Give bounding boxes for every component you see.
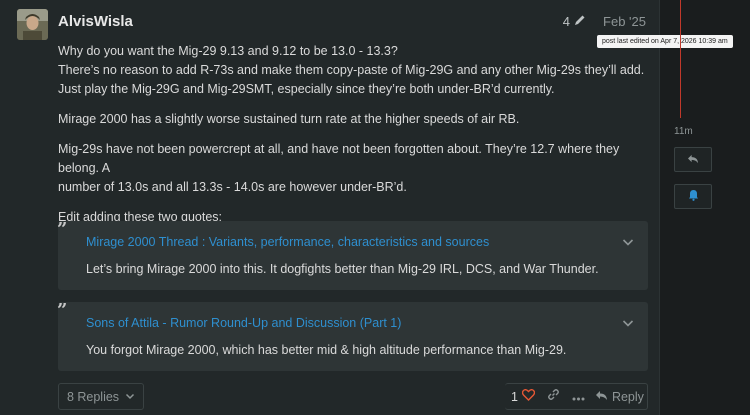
- notification-button[interactable]: [674, 184, 712, 209]
- text-line: Mig-29s have not been powercrept at all,…: [58, 142, 620, 175]
- paragraph-3: Mig-29s have not been powercrept at all,…: [58, 140, 650, 197]
- bell-icon: [688, 188, 699, 206]
- paragraph-1: Why do you want the Mig-29 9.13 and 9.12…: [58, 42, 650, 99]
- paragraph-2: Mirage 2000 has a slightly worse sustain…: [58, 110, 650, 129]
- more-actions-button[interactable]: [572, 388, 585, 406]
- quote-text: You forgot Mirage 2000, which has better…: [86, 343, 567, 357]
- post-body: Why do you want the Mig-29 9.13 and 9.12…: [58, 42, 650, 238]
- chevron-down-icon: [125, 390, 135, 404]
- text-line: number of 13.0s and all 13.3s - 14.0s ar…: [58, 180, 407, 194]
- quote-title-link[interactable]: Sons of Attila - Rumor Round-Up and Disc…: [86, 316, 401, 330]
- text-line: There’s no reason to add R-73s and make …: [58, 63, 645, 77]
- reply-icon: [687, 151, 699, 169]
- ellipsis-icon: [572, 388, 585, 406]
- timeline-time[interactable]: 11m: [674, 126, 693, 137]
- side-reply-button[interactable]: [674, 147, 712, 172]
- post: AlvisWisla 4 Feb '25 Why do you want the…: [0, 0, 660, 415]
- quote-block: ” Mirage 2000 Thread : Variants, perform…: [57, 219, 648, 290]
- text-line: Mirage 2000 has a slightly worse sustain…: [58, 112, 520, 126]
- edit-count[interactable]: 4: [563, 14, 570, 29]
- replies-label: 8 Replies: [66, 389, 120, 404]
- quote-icon: ”: [57, 219, 68, 240]
- post-actions: 1 Reply: [505, 383, 648, 410]
- copy-link-button[interactable]: [547, 388, 560, 406]
- pencil-icon[interactable]: [574, 14, 586, 29]
- timeline-progress-line[interactable]: [680, 0, 681, 118]
- like-button[interactable]: 1: [511, 389, 536, 404]
- reply-icon: [595, 390, 608, 404]
- quote-text: Let’s bring Mirage 2000 into this. It do…: [86, 262, 599, 276]
- chevron-down-icon[interactable]: [622, 235, 634, 247]
- link-icon: [547, 388, 560, 406]
- heart-icon: [521, 389, 536, 404]
- quote-title-link[interactable]: Mirage 2000 Thread : Variants, performan…: [86, 235, 489, 249]
- reply-button[interactable]: Reply: [595, 390, 644, 404]
- reply-label: Reply: [611, 389, 644, 404]
- quote-icon: ”: [57, 300, 68, 321]
- text-line: Just play the Mig-29G and Mig-29SMT, esp…: [58, 82, 555, 96]
- avatar[interactable]: [17, 9, 48, 40]
- edit-tooltip: post last edited on Apr 7, 2026 10:39 am: [597, 35, 733, 48]
- chevron-down-icon[interactable]: [622, 316, 634, 328]
- post-meta: 4 Feb '25: [563, 14, 646, 29]
- quote-block: ” Sons of Attila - Rumor Round-Up and Di…: [57, 300, 648, 371]
- text-line: Why do you want the Mig-29 9.13 and 9.12…: [58, 44, 398, 58]
- replies-button[interactable]: 8 Replies: [58, 383, 144, 410]
- post-date[interactable]: Feb '25: [603, 14, 646, 29]
- username[interactable]: AlvisWisla: [58, 13, 133, 30]
- like-count: 1: [511, 389, 518, 404]
